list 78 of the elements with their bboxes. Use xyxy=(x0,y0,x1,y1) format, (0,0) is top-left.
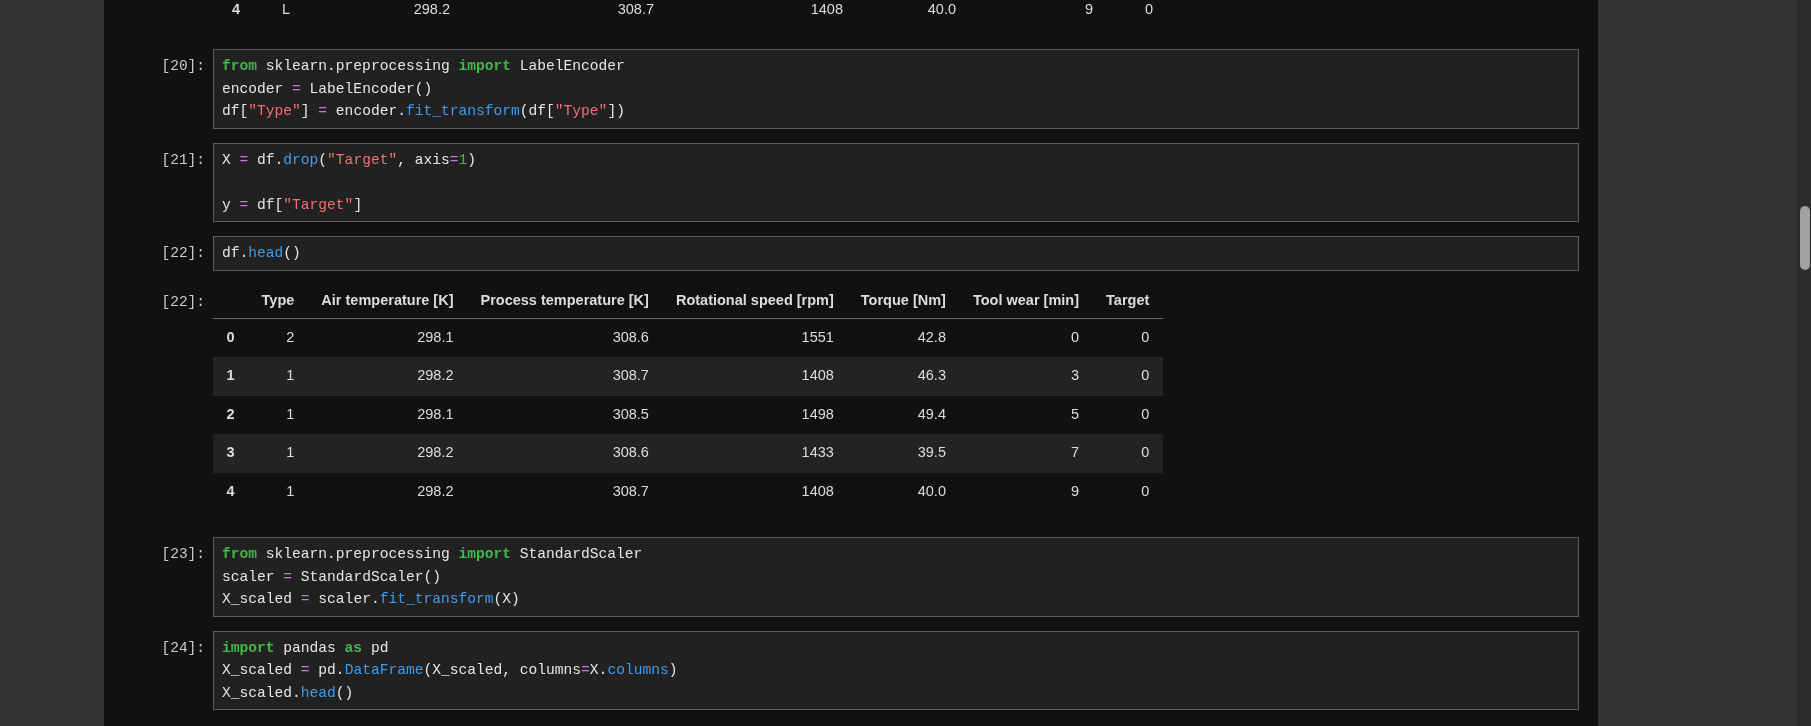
code-line: X_scaled = scaler.fit_transform(X) xyxy=(222,590,521,609)
table-cell: 42.8 xyxy=(847,318,960,357)
table-cell: 1433 xyxy=(662,434,848,473)
table-cell-text: 308.7 xyxy=(616,1,654,17)
table-cell-text: 0 xyxy=(1143,1,1153,17)
code-line: y = df["Target"] xyxy=(222,195,364,215)
table-cell: 1408 xyxy=(662,357,848,396)
table-cell-text: L xyxy=(281,1,292,17)
table-cell: 298.2 xyxy=(307,357,467,396)
code-line: X = df.drop("Target", axis=1) xyxy=(222,150,477,170)
table-cell: 0 xyxy=(959,318,1093,357)
table-cell: 3 xyxy=(959,357,1093,396)
table-cell: 9 xyxy=(959,472,1093,511)
column-header: Air temperature [K] xyxy=(307,284,467,319)
code-input[interactable]: from sklearn.preprocessing import StandardScaler scaler = StandardScaler() X_scaled = scaler.fit_transform(X) xyxy=(213,537,1579,617)
column-header: Process temperature [K] xyxy=(467,284,663,319)
table-cell: 308.7 xyxy=(467,472,663,511)
code-input[interactable]: df.head() xyxy=(213,236,1579,271)
cell-prompt: [21]: xyxy=(160,150,206,170)
table-cell: 1498 xyxy=(662,395,848,434)
table-cell: 46.3 xyxy=(847,357,960,396)
code-line: encoder = LabelEncoder() xyxy=(222,79,434,99)
code-input[interactable]: from sklearn.preprocessing import LabelEncoder encoder = LabelEncoder() df["Type"] = encoder.fit_transform(df["Type"]) xyxy=(213,49,1579,129)
table-cell: 298.1 xyxy=(307,318,467,357)
code-line: df["Type"] = encoder.fit_transform(df["Type"]) xyxy=(222,102,626,121)
row-index: 4 xyxy=(213,472,249,511)
table-cell: 1 xyxy=(248,472,308,511)
row-index: 1 xyxy=(213,357,249,396)
table-cell: 1408 xyxy=(662,472,848,511)
cell-prompt: [23]: xyxy=(160,545,206,564)
table-cell-text: 40.0 xyxy=(926,1,956,17)
table-cell: 298.1 xyxy=(307,395,467,434)
table-cell: 308.6 xyxy=(467,434,663,473)
table-cell: 1 xyxy=(248,434,308,473)
table-cell: 0 xyxy=(1092,357,1163,396)
row-index: 3 xyxy=(213,434,249,473)
table-cell-text: 298.2 xyxy=(412,1,450,17)
table-cell: 308.7 xyxy=(467,357,663,396)
row-index: 2 xyxy=(213,395,249,434)
table-cell: 40.0 xyxy=(847,472,960,511)
table-cell-text: 9 xyxy=(1083,1,1093,17)
table-cell: 308.5 xyxy=(467,395,663,434)
table-cell-text: 1408 xyxy=(809,1,843,17)
code-line: X_scaled = pd.DataFrame(X_scaled, columns=X.columns) xyxy=(222,661,679,680)
cell-prompt: [22]: xyxy=(160,244,206,263)
table-cell-text: 4 xyxy=(231,1,242,17)
code-line: scaler = StandardScaler() xyxy=(222,567,442,587)
table-cell: 298.2 xyxy=(307,434,467,473)
table-cell: 39.5 xyxy=(847,434,960,473)
row-index: 0 xyxy=(213,318,249,357)
table-cell: 298.2 xyxy=(307,472,467,511)
column-header: Torque [Nm] xyxy=(847,284,960,319)
table-cell: 49.4 xyxy=(847,395,960,434)
table-cell: 1 xyxy=(248,395,308,434)
code-line: import pandas as pd xyxy=(222,638,390,658)
column-header: Target xyxy=(1092,284,1163,319)
table-cell: 0 xyxy=(1092,395,1163,434)
code-line: from sklearn.preprocessing import StandardScaler xyxy=(222,545,644,564)
cell-prompt: [24]: xyxy=(160,638,206,658)
table-cell: 0 xyxy=(1092,318,1163,357)
column-header: Type xyxy=(248,284,308,319)
table-cell: 7 xyxy=(959,434,1093,473)
output-prompt: [22]: xyxy=(160,292,206,312)
column-header: Tool wear [min] xyxy=(959,284,1093,319)
table-cell: 5 xyxy=(959,395,1093,434)
cell-prompt: [20]: xyxy=(160,57,206,76)
table-cell: 0 xyxy=(1092,472,1163,511)
table-cell: 1551 xyxy=(662,318,848,357)
table-cell: 2 xyxy=(248,318,308,357)
column-header: Rotational speed [rpm] xyxy=(662,284,848,319)
code-line: X_scaled.head() xyxy=(222,683,355,703)
code-line: df.head() xyxy=(222,244,302,263)
code-line: from sklearn.preprocessing import LabelEncoder xyxy=(222,57,626,76)
table-cell: 308.6 xyxy=(467,318,663,357)
table-cell: 0 xyxy=(1092,434,1163,473)
table-cell: 1 xyxy=(248,357,308,396)
scrollbar-thumb[interactable] xyxy=(1800,206,1810,270)
code-input[interactable]: import pandas as pd X_scaled = pd.DataFrame(X_scaled, columns=X.columns) X_scaled.head() xyxy=(213,630,1579,710)
